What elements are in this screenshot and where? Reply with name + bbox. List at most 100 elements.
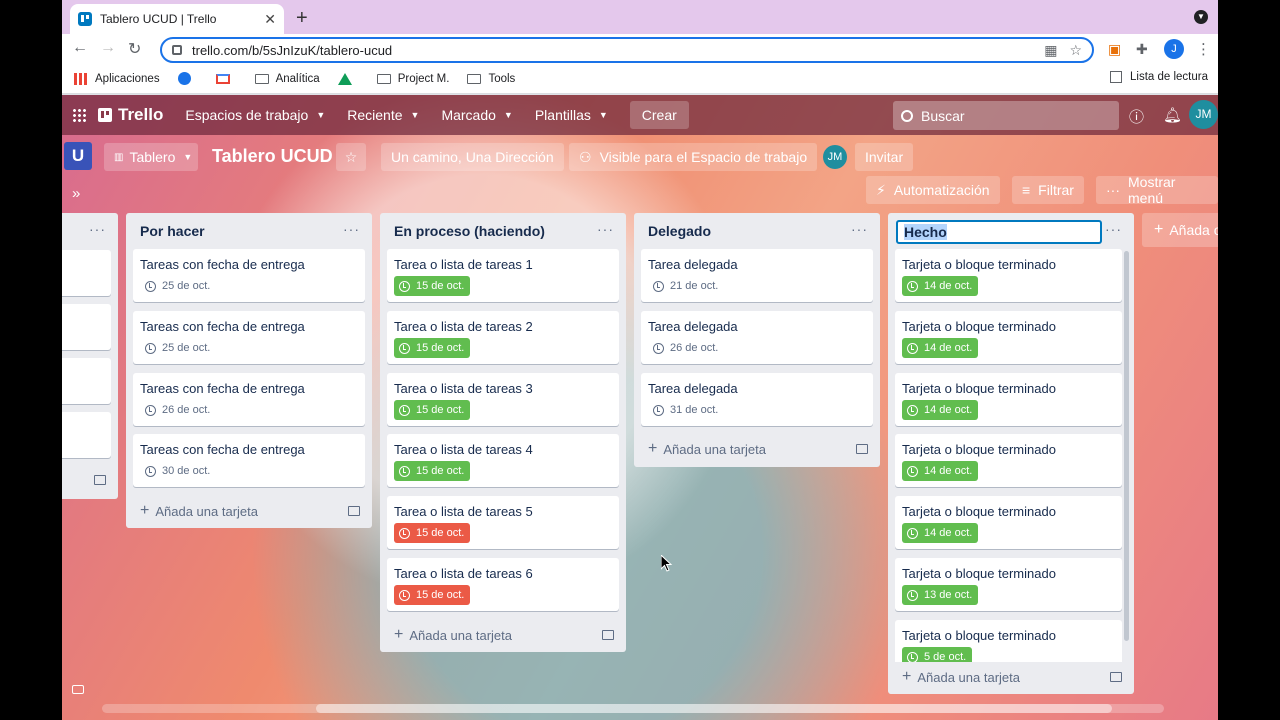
list-title[interactable]: Por hacer <box>140 223 205 239</box>
list-menu-icon[interactable]: ··· <box>89 221 106 237</box>
create-button[interactable]: Crear <box>629 101 689 129</box>
due-date-badge[interactable]: 14 de oct. <box>902 523 979 543</box>
card[interactable]: Tarjeta o bloque terminado 14 de oct. <box>895 434 1122 487</box>
bookmark-drive[interactable] <box>337 72 359 85</box>
card[interactable]: Tarea o lista de tareas 1 15 de oct. <box>387 249 619 302</box>
card[interactable]: Tarjeta o bloque terminado 14 de oct. <box>895 496 1122 549</box>
due-date-badge[interactable]: 15 de oct. <box>394 585 471 605</box>
add-list-button[interactable]: +Añada otra lista <box>1142 213 1218 247</box>
due-date-badge[interactable]: 14 de oct. <box>902 400 979 420</box>
card[interactable]: Tarea o lista de tareas 6 15 de oct. <box>387 558 619 611</box>
user-avatar[interactable]: JM <box>1189 100 1218 129</box>
bookmark-project[interactable]: Project M. <box>376 73 449 85</box>
card[interactable]: Tareas con fecha de entrega 26 de oct. <box>133 373 365 426</box>
bell-icon[interactable]: 🔔︎ <box>1163 106 1182 124</box>
filter-button[interactable]: ≡ Filtrar <box>1012 176 1084 204</box>
workspace-icon[interactable]: U <box>64 142 92 170</box>
add-card-button[interactable]: + Añada una tarjeta <box>902 668 1020 686</box>
add-card-button[interactable]: + Añada una tarjeta <box>648 440 766 458</box>
card-partial[interactable] <box>62 304 111 350</box>
due-date-badge[interactable]: 30 de oct. <box>140 461 216 481</box>
camera-icon[interactable] <box>72 685 84 694</box>
bookmark-apps[interactable]: Aplicaciones <box>74 72 160 85</box>
menu-workspaces[interactable]: Espacios de trabajo ▼ <box>185 107 325 123</box>
close-tab-icon[interactable]: ✕ <box>264 11 276 28</box>
due-date-badge[interactable]: 15 de oct. <box>394 461 471 481</box>
card-template-icon[interactable] <box>1110 672 1122 682</box>
menu-recent[interactable]: Reciente ▼ <box>347 107 419 123</box>
card[interactable]: Tareas con fecha de entrega 25 de oct. <box>133 311 365 364</box>
list-menu-icon[interactable]: ··· <box>851 221 868 237</box>
due-date-badge[interactable]: 26 de oct. <box>140 400 216 420</box>
forward-arrow-icon[interactable]: → <box>100 39 116 57</box>
card[interactable]: Tarea o lista de tareas 2 15 de oct. <box>387 311 619 364</box>
menu-templates[interactable]: Plantillas ▼ <box>535 107 608 123</box>
member-avatar[interactable]: JM <box>823 145 847 169</box>
due-date-badge[interactable]: 15 de oct. <box>394 523 471 543</box>
invite-button[interactable]: Invitar <box>855 143 914 171</box>
show-menu-button[interactable]: ··· Mostrar menú <box>1096 174 1218 206</box>
lock-icon[interactable] <box>172 45 182 55</box>
reload-icon[interactable]: ↻ <box>128 39 141 59</box>
due-date-badge[interactable]: 15 de oct. <box>394 400 471 420</box>
address-bar[interactable]: trello.com/b/5sJnIzuK/tablero-ucud ▦ ☆ <box>160 37 1094 63</box>
expand-sidebar-icon[interactable]: » <box>72 185 80 202</box>
card[interactable]: Tareas con fecha de entrega 25 de oct. <box>133 249 365 302</box>
bookmark-gmail[interactable] <box>215 73 237 84</box>
card-template-icon[interactable] <box>94 475 106 485</box>
card-template-icon[interactable] <box>348 506 360 516</box>
card[interactable]: Tarea o lista de tareas 5 15 de oct. <box>387 496 619 549</box>
due-date-badge[interactable]: 14 de oct. <box>902 338 979 358</box>
card[interactable]: Tarea delegada 21 de oct. <box>641 249 873 302</box>
back-arrow-icon[interactable]: ← <box>72 39 88 57</box>
card-template-icon[interactable] <box>856 444 868 454</box>
due-date-badge[interactable]: 15 de oct. <box>394 338 471 358</box>
due-date-badge[interactable]: 25 de oct. <box>140 338 216 358</box>
qr-icon[interactable]: ▦ <box>1044 42 1057 59</box>
bookmark-analitica[interactable]: Analítica <box>254 73 320 85</box>
due-date-badge[interactable]: 13 de oct. <box>902 585 979 605</box>
list-menu-icon[interactable]: ··· <box>343 221 360 237</box>
list-scrollbar[interactable] <box>1124 251 1129 641</box>
workspace-name-button[interactable]: Un camino, Una Dirección <box>381 143 564 171</box>
add-card-button[interactable]: + Añada una tarjeta <box>140 502 258 520</box>
card-template-icon[interactable] <box>602 630 614 640</box>
puzzle-icon[interactable]: ✚ <box>1136 41 1148 58</box>
bookmark-circle[interactable] <box>177 72 198 85</box>
search-input[interactable]: Buscar <box>893 101 1119 130</box>
card[interactable]: Tarjeta o bloque terminado 14 de oct. <box>895 249 1122 302</box>
card-partial[interactable] <box>62 358 111 404</box>
add-card-button[interactable]: + Añada una tarjeta <box>394 626 512 644</box>
card[interactable]: Tarea o lista de tareas 3 15 de oct. <box>387 373 619 426</box>
star-board-button[interactable]: ☆ <box>336 143 366 171</box>
card-scroll-area[interactable]: Tarjeta o bloque terminado 14 de oct. Tar… <box>888 249 1134 662</box>
bookmark-star-icon[interactable]: ☆ <box>1069 42 1082 59</box>
card[interactable]: Tarjeta o bloque terminado 5 de oct. <box>895 620 1122 662</box>
board-title[interactable]: Tablero UCUD <box>212 146 333 167</box>
extension-icon[interactable]: ▣ <box>1108 41 1121 58</box>
horizontal-scroll-thumb[interactable] <box>316 704 1112 713</box>
trello-logo[interactable]: Trello <box>98 105 163 125</box>
card-partial[interactable] <box>62 412 111 458</box>
card[interactable]: Tarjeta o bloque terminado 14 de oct. <box>895 311 1122 364</box>
due-date-badge[interactable]: 5 de oct. <box>902 647 973 662</box>
new-tab-icon[interactable]: + <box>296 7 308 30</box>
list-title[interactable]: Delegado <box>648 223 711 239</box>
list-title-input[interactable]: Hecho <box>896 220 1102 244</box>
tab-search-icon[interactable]: ▼ <box>1194 10 1208 24</box>
profile-avatar[interactable]: J <box>1164 39 1184 59</box>
reading-list[interactable]: Lista de lectura <box>1110 71 1208 83</box>
automation-button[interactable]: ⚡︎ Automatización <box>866 176 1000 204</box>
due-date-badge[interactable]: 31 de oct. <box>648 400 724 420</box>
card[interactable]: Tarjeta o bloque terminado 14 de oct. <box>895 373 1122 426</box>
card[interactable]: Tarea o lista de tareas 4 15 de oct. <box>387 434 619 487</box>
list-menu-icon[interactable]: ··· <box>1105 221 1122 237</box>
browser-tab[interactable]: Tablero UCUD | Trello ✕ <box>70 4 284 34</box>
url-text[interactable]: trello.com/b/5sJnIzuK/tablero-ucud <box>192 43 1032 58</box>
bookmark-tools[interactable]: Tools <box>467 73 515 85</box>
visibility-button[interactable]: ⚇ Visible para el Espacio de trabajo <box>569 143 818 171</box>
due-date-badge[interactable]: 25 de oct. <box>140 276 216 296</box>
app-switcher-icon[interactable] <box>72 108 86 122</box>
due-date-badge[interactable]: 14 de oct. <box>902 276 979 296</box>
card[interactable]: Tareas con fecha de entrega 30 de oct. <box>133 434 365 487</box>
